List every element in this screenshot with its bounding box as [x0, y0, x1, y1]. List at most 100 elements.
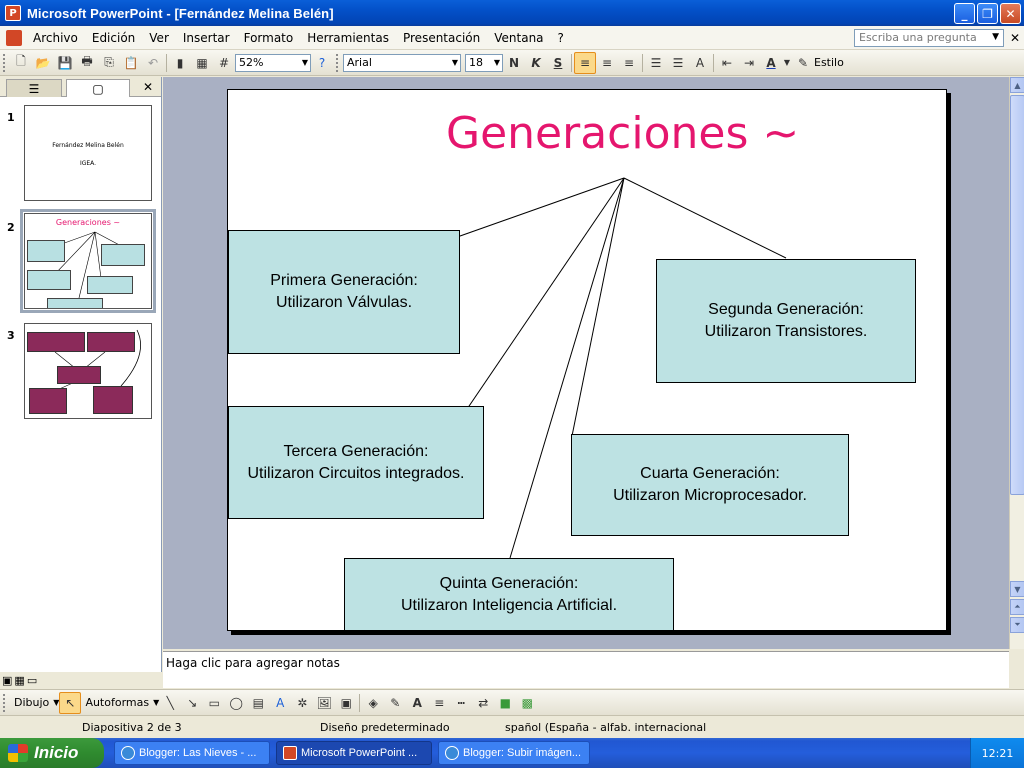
- picture-icon[interactable]: ▣: [335, 692, 357, 714]
- grid-icon[interactable]: #: [213, 52, 235, 74]
- minimize-button[interactable]: _: [954, 3, 975, 24]
- ask-dropdown-icon[interactable]: ▼: [992, 32, 999, 42]
- autoformas-menu[interactable]: Autoformas: [81, 696, 153, 709]
- zoom-dropdown-icon[interactable]: ▼: [302, 58, 308, 67]
- rectangle-icon[interactable]: ▭: [203, 692, 225, 714]
- taskbar-item-blogger-nieves[interactable]: Blogger: Las Nieves - ...: [114, 741, 270, 765]
- taskbar-item-powerpoint[interactable]: Microsoft PowerPoint ...: [276, 741, 432, 765]
- menu-herramientas[interactable]: Herramientas: [300, 31, 396, 45]
- tab-slides[interactable]: ▢: [66, 79, 130, 97]
- diagram-icon[interactable]: ✲: [291, 692, 313, 714]
- scroll-up-icon[interactable]: ▲: [1010, 77, 1024, 93]
- slide-sorter-icon[interactable]: ▦: [14, 674, 24, 687]
- numbering-icon[interactable]: ☰: [645, 52, 667, 74]
- powerpoint-app-icon[interactable]: P: [5, 5, 21, 21]
- slide-thumbnail-3[interactable]: [24, 323, 152, 419]
- menu-archivo[interactable]: Archivo: [26, 31, 85, 45]
- menu-ventana[interactable]: Ventana: [487, 31, 550, 45]
- pane-close-icon[interactable]: ✕: [143, 80, 153, 94]
- vertical-scrollbar[interactable]: ▲ ▼ ⏶ ⏷: [1009, 77, 1024, 649]
- menu-help[interactable]: ?: [551, 31, 571, 45]
- dash-style-icon[interactable]: ┅: [450, 692, 472, 714]
- taskbar-item-blogger-subir[interactable]: Blogger: Subir imágen...: [438, 741, 590, 765]
- chart-icon[interactable]: ▮: [169, 52, 191, 74]
- font-select[interactable]: Arial ▼: [343, 53, 461, 72]
- arrow-style-icon[interactable]: ⇄: [472, 692, 494, 714]
- tab-outline[interactable]: ☰: [6, 79, 62, 97]
- slide-thumbnail-2[interactable]: Generaciones ~: [20, 209, 156, 313]
- decrease-indent-icon[interactable]: ⇤: [716, 52, 738, 74]
- new-icon[interactable]: 🗋: [10, 52, 32, 74]
- menu-presentacion[interactable]: Presentación: [396, 31, 487, 45]
- generation-box-1[interactable]: Primera Generación: Utilizaron Válvulas.: [228, 230, 460, 354]
- slide-title[interactable]: Generaciones ~: [446, 108, 806, 159]
- bullets-icon[interactable]: ☰: [667, 52, 689, 74]
- generation-box-3[interactable]: Tercera Generación: Utilizaron Circuitos …: [228, 406, 484, 519]
- generation-box-4[interactable]: Cuarta Generación: Utilizaron Microproces…: [571, 434, 849, 536]
- italic-button[interactable]: K: [525, 52, 547, 74]
- normal-view-icon[interactable]: ▣: [2, 674, 12, 687]
- font-color-icon[interactable]: A: [760, 52, 782, 74]
- toolbar-grip-2[interactable]: [336, 53, 340, 72]
- shadow-icon[interactable]: ■: [494, 692, 516, 714]
- copy-icon[interactable]: ⎘: [98, 52, 120, 74]
- print-icon[interactable]: 🖶: [76, 52, 98, 74]
- start-button[interactable]: Inicio: [0, 738, 104, 768]
- generation-box-5[interactable]: Quinta Generación: Utilizaron Inteligenci…: [344, 558, 674, 630]
- line-style-icon[interactable]: ≡: [428, 692, 450, 714]
- align-center-icon[interactable]: ≡: [596, 52, 618, 74]
- font-color-icon[interactable]: A: [406, 692, 428, 714]
- menu-formato[interactable]: Formato: [237, 31, 301, 45]
- clipart-icon[interactable]: 🖼: [313, 692, 335, 714]
- arrow-icon[interactable]: ↘: [181, 692, 203, 714]
- menu-ver[interactable]: Ver: [142, 31, 176, 45]
- align-left-icon[interactable]: ≡: [574, 51, 596, 74]
- fill-color-icon[interactable]: ◈: [362, 692, 384, 714]
- increase-indent-icon[interactable]: ⇥: [738, 52, 760, 74]
- next-slide-icon[interactable]: ⏷: [1010, 617, 1024, 633]
- style-label[interactable]: Estilo: [814, 56, 844, 69]
- slide-thumbnail-1[interactable]: Fernández Melina Belén IGEA.: [24, 105, 152, 201]
- toolbar-grip[interactable]: [3, 53, 7, 72]
- textbox-icon[interactable]: ▤: [247, 692, 269, 714]
- toolbar-grip[interactable]: [3, 693, 7, 712]
- open-icon[interactable]: 📂: [32, 52, 54, 74]
- undo-icon[interactable]: ↶: [142, 52, 164, 74]
- restore-button[interactable]: ❐: [977, 3, 998, 24]
- previous-slide-icon[interactable]: ⏶: [1010, 599, 1024, 615]
- style-icon[interactable]: ✎: [792, 52, 814, 74]
- underline-button[interactable]: S: [547, 52, 569, 74]
- font-grow-icon[interactable]: A: [689, 52, 711, 74]
- generation-box-2[interactable]: Segunda Generación: Utilizaron Transistor…: [656, 259, 916, 383]
- wordart-icon[interactable]: A: [269, 692, 291, 714]
- menu-edicion[interactable]: Edición: [85, 31, 142, 45]
- save-icon[interactable]: 💾: [54, 52, 76, 74]
- slide-canvas[interactable]: Generaciones ~ Primera Generación: Utiliz…: [227, 89, 947, 631]
- font-color-dropdown-icon[interactable]: ▼: [782, 52, 792, 74]
- 3d-icon[interactable]: ▩: [516, 692, 538, 714]
- help-icon[interactable]: ?: [311, 52, 333, 74]
- paste-icon[interactable]: 📋: [120, 52, 142, 74]
- font-size-select[interactable]: 18 ▼: [465, 53, 503, 72]
- align-right-icon[interactable]: ≡: [618, 52, 640, 74]
- table-icon[interactable]: ▦: [191, 52, 213, 74]
- close-button[interactable]: ✕: [1000, 3, 1021, 24]
- zoom-select[interactable]: 52% ▼: [235, 53, 311, 72]
- bold-button[interactable]: N: [503, 52, 525, 74]
- notes-pane[interactable]: Haga clic para agregar notas: [163, 651, 1009, 688]
- scroll-down-icon[interactable]: ▼: [1010, 581, 1024, 597]
- oval-icon[interactable]: ◯: [225, 692, 247, 714]
- scroll-thumb[interactable]: [1010, 95, 1024, 495]
- dibujo-menu[interactable]: Dibujo: [10, 696, 53, 709]
- line-color-icon[interactable]: ✎: [384, 692, 406, 714]
- ask-question-input[interactable]: Escriba una pregunta: [854, 29, 1004, 47]
- menu-insertar[interactable]: Insertar: [176, 31, 237, 45]
- clock[interactable]: 12:21: [982, 747, 1014, 760]
- slideshow-icon[interactable]: ▭: [27, 674, 37, 687]
- select-pointer-icon[interactable]: ↖: [59, 691, 82, 714]
- document-close-icon[interactable]: ✕: [1010, 31, 1020, 45]
- font-size-dropdown-icon[interactable]: ▼: [494, 58, 500, 67]
- font-dropdown-icon[interactable]: ▼: [452, 58, 458, 67]
- document-icon[interactable]: [6, 29, 22, 46]
- line-icon[interactable]: ╲: [159, 692, 181, 714]
